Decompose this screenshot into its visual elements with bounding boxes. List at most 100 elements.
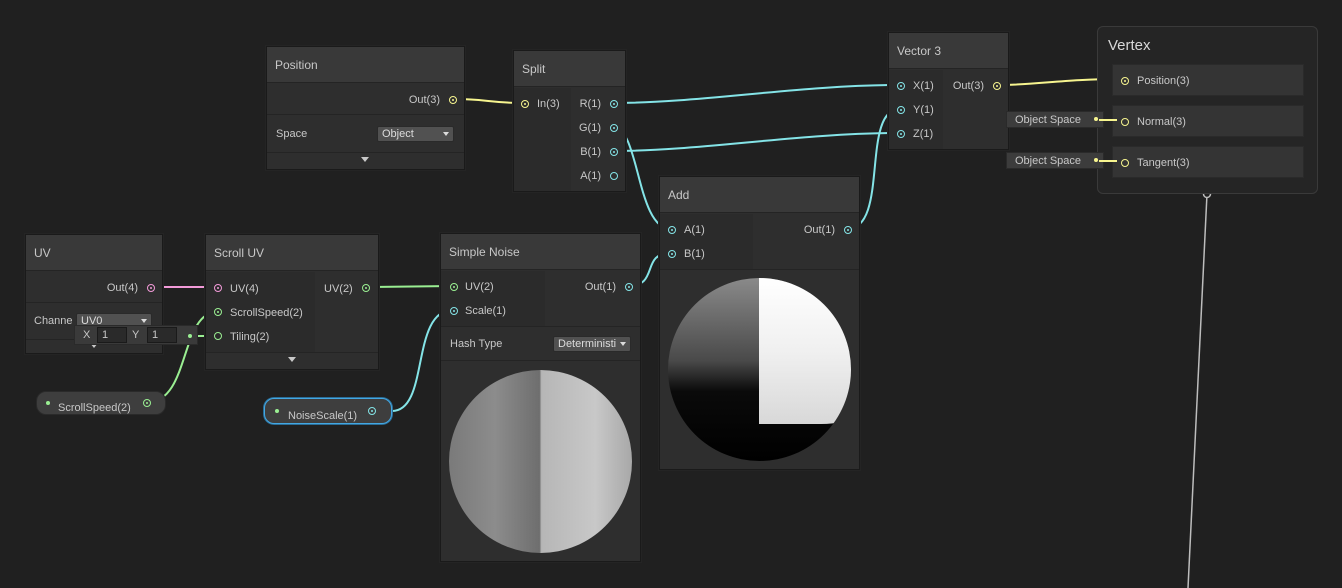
- split-out-r-port[interactable]: [610, 100, 618, 108]
- split-node[interactable]: Split In(3) R(1) G(1) B(1) A(1): [513, 50, 626, 192]
- tiling-y-value: 1: [152, 329, 159, 341]
- tiling-x-field[interactable]: 1: [97, 327, 127, 343]
- normal-space-dot: [1094, 117, 1098, 121]
- position-node[interactable]: Position Out(3) Space Object: [266, 46, 465, 170]
- vertex-tangent-slot[interactable]: Tangent(3): [1112, 146, 1304, 178]
- simple-noise-scale-port[interactable]: [450, 307, 458, 315]
- scrollspeed-out-port[interactable]: [143, 399, 151, 407]
- normal-space-wire: [1099, 119, 1117, 121]
- position-space-value: Object: [382, 128, 414, 140]
- split-node-title[interactable]: Split: [514, 51, 625, 87]
- simple-noise-out-port[interactable]: [625, 283, 633, 291]
- add-node[interactable]: Add A(1) B(1) Out(1): [659, 176, 860, 470]
- wire-split-b-to-vector3-z: [612, 132, 901, 152]
- noisescale-property[interactable]: NoiseScale(1): [264, 398, 392, 424]
- tiling-port-dot: [188, 334, 192, 338]
- split-in-label: In(3): [537, 98, 560, 110]
- add-preview-highlight: [759, 278, 851, 424]
- split-in-port[interactable]: [521, 100, 529, 108]
- tangent-space-wire: [1099, 160, 1117, 162]
- tiling-x-value: 1: [102, 329, 109, 341]
- simple-noise-uv-label: UV(2): [465, 281, 494, 293]
- scrollspeed-property[interactable]: ScrollSpeed(2): [36, 391, 166, 415]
- scroll-uv-uv-label: UV(4): [230, 283, 259, 295]
- uv-channel-label: Channe: [34, 315, 73, 327]
- vertex-normal-label: Normal(3): [1137, 116, 1186, 128]
- scroll-uv-out-port[interactable]: [362, 284, 370, 292]
- vector3-out-port[interactable]: [993, 82, 1001, 90]
- normal-space-label: Object Space: [1015, 114, 1082, 126]
- simple-noise-node[interactable]: Simple Noise UV(2) Scale(1) Out(1) Hash …: [440, 233, 641, 562]
- chevron-down-icon: [443, 132, 449, 136]
- vertex-position-port[interactable]: [1121, 77, 1129, 85]
- add-a-port[interactable]: [668, 226, 676, 234]
- chevron-down-icon: [620, 342, 626, 346]
- scrollspeed-label: ScrollSpeed(2): [58, 402, 131, 414]
- vertex-position-slot[interactable]: Position(3): [1112, 64, 1304, 96]
- position-node-title[interactable]: Position: [267, 47, 464, 83]
- vector3-y-label: Y(1): [913, 104, 934, 116]
- scroll-uv-node-title[interactable]: Scroll UV: [206, 235, 378, 271]
- split-out-b-label: B(1): [580, 146, 601, 158]
- uv-node-title[interactable]: UV: [26, 235, 162, 271]
- position-space-label: Space: [276, 128, 308, 140]
- add-out-port[interactable]: [844, 226, 852, 234]
- split-out-b-port[interactable]: [610, 148, 618, 156]
- tiling-inline-field[interactable]: X 1 Y 1: [74, 325, 198, 345]
- divider: [26, 302, 162, 303]
- tiling-y-field[interactable]: 1: [147, 327, 177, 343]
- normal-space-tag[interactable]: Object Space: [1006, 111, 1104, 128]
- noisescale-out-port[interactable]: [368, 407, 376, 415]
- vector3-z-port[interactable]: [897, 130, 905, 138]
- add-preview: [668, 278, 851, 461]
- vertex-normal-slot[interactable]: Normal(3): [1112, 105, 1304, 137]
- uv-out-label: Out(4): [106, 282, 138, 294]
- split-out-g-label: G(1): [579, 122, 601, 134]
- simple-noise-uv-port[interactable]: [450, 283, 458, 291]
- tangent-space-dot: [1094, 158, 1098, 162]
- position-space-dropdown[interactable]: Object: [377, 126, 454, 142]
- position-out-label: Out(3): [408, 94, 440, 106]
- scroll-uv-node[interactable]: Scroll UV UV(4) ScrollSpeed(2) Tiling(2)…: [205, 234, 379, 370]
- position-out-port[interactable]: [449, 96, 457, 104]
- vertex-tangent-label: Tangent(3): [1137, 157, 1190, 169]
- expand-chevron-icon[interactable]: [288, 357, 296, 362]
- add-b-label: B(1): [684, 248, 705, 260]
- chevron-down-icon: [141, 319, 147, 323]
- divider: [206, 352, 378, 353]
- hash-type-dropdown[interactable]: Deterministi: [553, 336, 631, 352]
- vector3-node[interactable]: Vector 3 X(1) Y(1) Z(1) Out(3): [888, 32, 1009, 150]
- hash-type-label: Hash Type: [450, 338, 503, 350]
- split-out-g-port[interactable]: [610, 124, 618, 132]
- divider: [267, 114, 464, 115]
- scroll-uv-out-label: UV(2): [324, 283, 353, 295]
- expand-chevron-icon[interactable]: [361, 157, 369, 162]
- tangent-space-tag[interactable]: Object Space: [1006, 152, 1104, 169]
- simple-noise-node-title[interactable]: Simple Noise: [441, 234, 640, 270]
- vector3-x-port[interactable]: [897, 82, 905, 90]
- scroll-uv-speed-label: ScrollSpeed(2): [230, 307, 303, 319]
- scroll-uv-tiling-port[interactable]: [214, 332, 222, 340]
- divider: [441, 326, 640, 327]
- vector3-z-label: Z(1): [913, 128, 934, 140]
- vector3-y-port[interactable]: [897, 106, 905, 114]
- simple-noise-preview: [449, 370, 632, 553]
- vector3-node-title[interactable]: Vector 3: [889, 33, 1008, 69]
- scroll-uv-uv-port[interactable]: [214, 284, 222, 292]
- vertex-normal-port[interactable]: [1121, 118, 1129, 126]
- vertex-tangent-port[interactable]: [1121, 159, 1129, 167]
- add-node-title[interactable]: Add: [660, 177, 859, 213]
- vertex-master-node[interactable]: Vertex Position(3) Normal(3) Tangent(3): [1097, 26, 1318, 194]
- tiling-y-label: Y: [132, 329, 140, 341]
- split-out-a-port[interactable]: [610, 172, 618, 180]
- property-exposed-icon: [46, 401, 50, 405]
- tangent-space-label: Object Space: [1015, 155, 1082, 167]
- add-b-port[interactable]: [668, 250, 676, 258]
- wire-vertex-down: [1187, 193, 1208, 588]
- add-a-label: A(1): [684, 224, 705, 236]
- add-inputs-area: [660, 214, 753, 269]
- scroll-uv-speed-port[interactable]: [214, 308, 222, 316]
- vector3-x-label: X(1): [913, 80, 934, 92]
- uv-out-port[interactable]: [147, 284, 155, 292]
- vertex-node-title: Vertex: [1108, 37, 1151, 54]
